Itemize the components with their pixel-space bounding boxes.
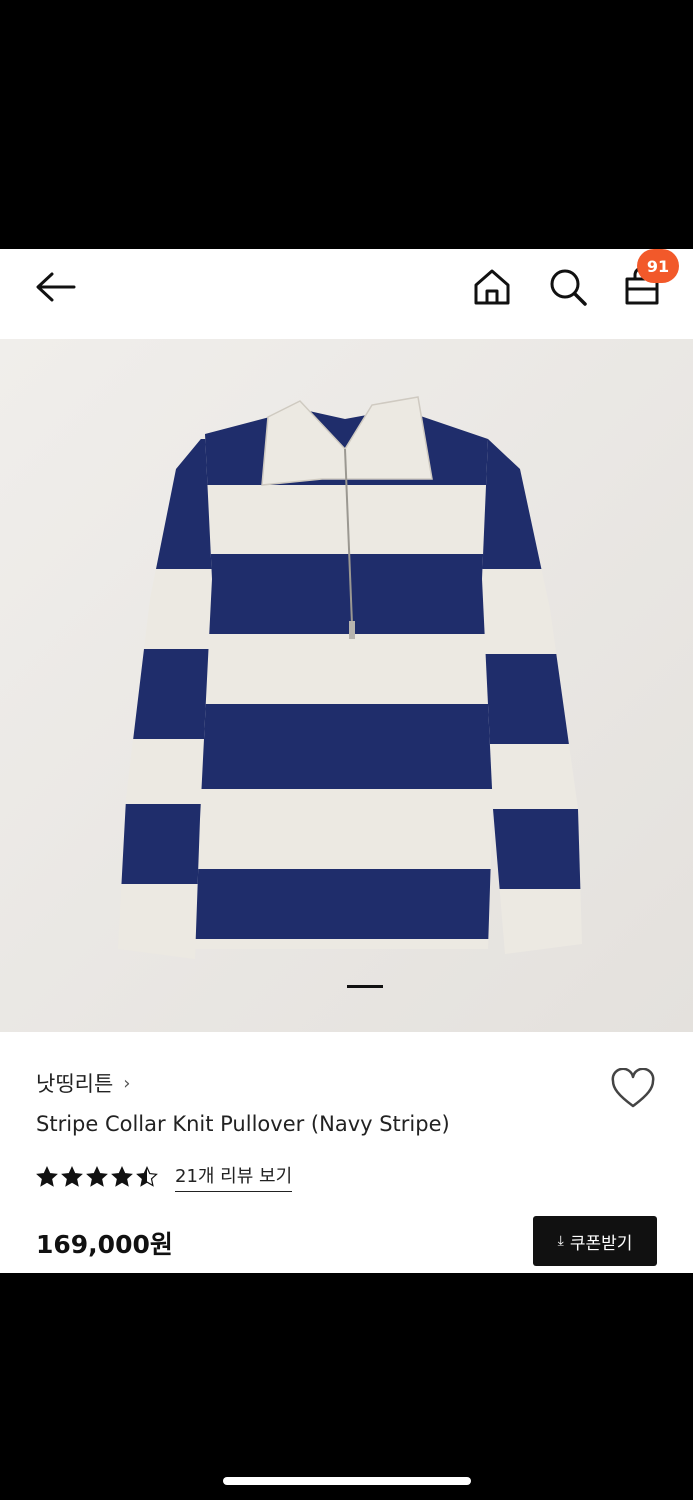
- striped-pullover-photo: [0, 339, 693, 1032]
- coupon-label: 쿠폰받기: [569, 1233, 633, 1254]
- search-icon: [550, 269, 587, 306]
- product-image[interactable]: [0, 339, 693, 1032]
- home-indicator-bar[interactable]: [223, 1477, 471, 1485]
- home-icon: [474, 269, 510, 305]
- star-icon: [136, 1166, 158, 1187]
- cart-count-badge: 91: [637, 249, 679, 283]
- back-button[interactable]: [32, 269, 82, 309]
- wishlist-button[interactable]: [610, 1067, 656, 1110]
- product-price: 169,000원: [36, 1230, 173, 1259]
- coupon-button[interactable]: ⤓ 쿠폰받기: [533, 1216, 657, 1266]
- download-icon: ⤓: [557, 1233, 564, 1249]
- image-pagination-indicator: [347, 985, 383, 988]
- brand-name: 낫띵리튼: [36, 1072, 114, 1096]
- star-rating: [36, 1166, 161, 1188]
- brand-link[interactable]: 낫띵리튼 ›: [36, 1068, 130, 1098]
- home-button[interactable]: [470, 265, 514, 309]
- product-screen: 91 낫띵리튼 › Stripe Collar Knit Pullover (N…: [0, 249, 693, 1273]
- search-button[interactable]: [546, 265, 590, 309]
- star-icon: [36, 1166, 58, 1187]
- star-icon: [86, 1166, 108, 1187]
- arrow-left-icon: [36, 272, 76, 302]
- chevron-right-icon: ›: [123, 1072, 131, 1094]
- top-navigation-bar: 91: [0, 249, 693, 339]
- product-info: 낫띵리튼 › Stripe Collar Knit Pullover (Navy…: [0, 1032, 693, 1273]
- star-icon: [61, 1166, 83, 1187]
- review-link[interactable]: 21개 리뷰 보기: [175, 1162, 293, 1192]
- heart-icon: [611, 1067, 655, 1108]
- product-title: Stripe Collar Knit Pullover (Navy Stripe…: [36, 1112, 450, 1136]
- rating-row: 21개 리뷰 보기: [36, 1162, 293, 1192]
- star-icon: [111, 1166, 133, 1187]
